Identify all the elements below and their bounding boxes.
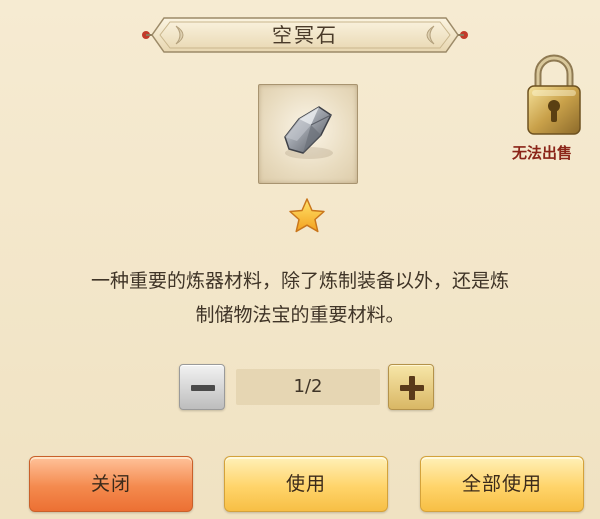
description-line-1: 一种重要的炼器材料，除了炼制装备以外，还是炼 <box>90 270 509 292</box>
plus-icon <box>400 376 424 400</box>
use-button[interactable]: 使用 <box>224 456 388 512</box>
padlock-icon <box>527 54 581 135</box>
decrease-quantity-button[interactable] <box>179 364 225 410</box>
increase-quantity-button[interactable] <box>388 364 434 410</box>
use-all-button[interactable]: 全部使用 <box>420 456 584 512</box>
description-line-2: 制储物法宝的重要材料。 <box>195 304 405 326</box>
close-button[interactable]: 关闭 <box>29 456 193 512</box>
item-slot <box>258 84 358 184</box>
item-name: 空冥石 <box>272 23 338 47</box>
item-detail-panel: 空冥石 无法出售 一种重要的炼器材料，除了炼制装备以外，还是炼 制储物法宝的重要… <box>0 0 600 519</box>
minus-icon <box>191 385 215 391</box>
quantity-display[interactable]: 1/2 <box>236 369 380 405</box>
title-banner: 空冥石 <box>140 14 470 56</box>
star-icon <box>289 198 325 233</box>
item-description: 一种重要的炼器材料，除了炼制装备以外，还是炼 制储物法宝的重要材料。 <box>20 264 580 332</box>
cannot-sell-label: 无法出售 <box>512 144 573 162</box>
grey-stone-icon <box>284 106 333 159</box>
